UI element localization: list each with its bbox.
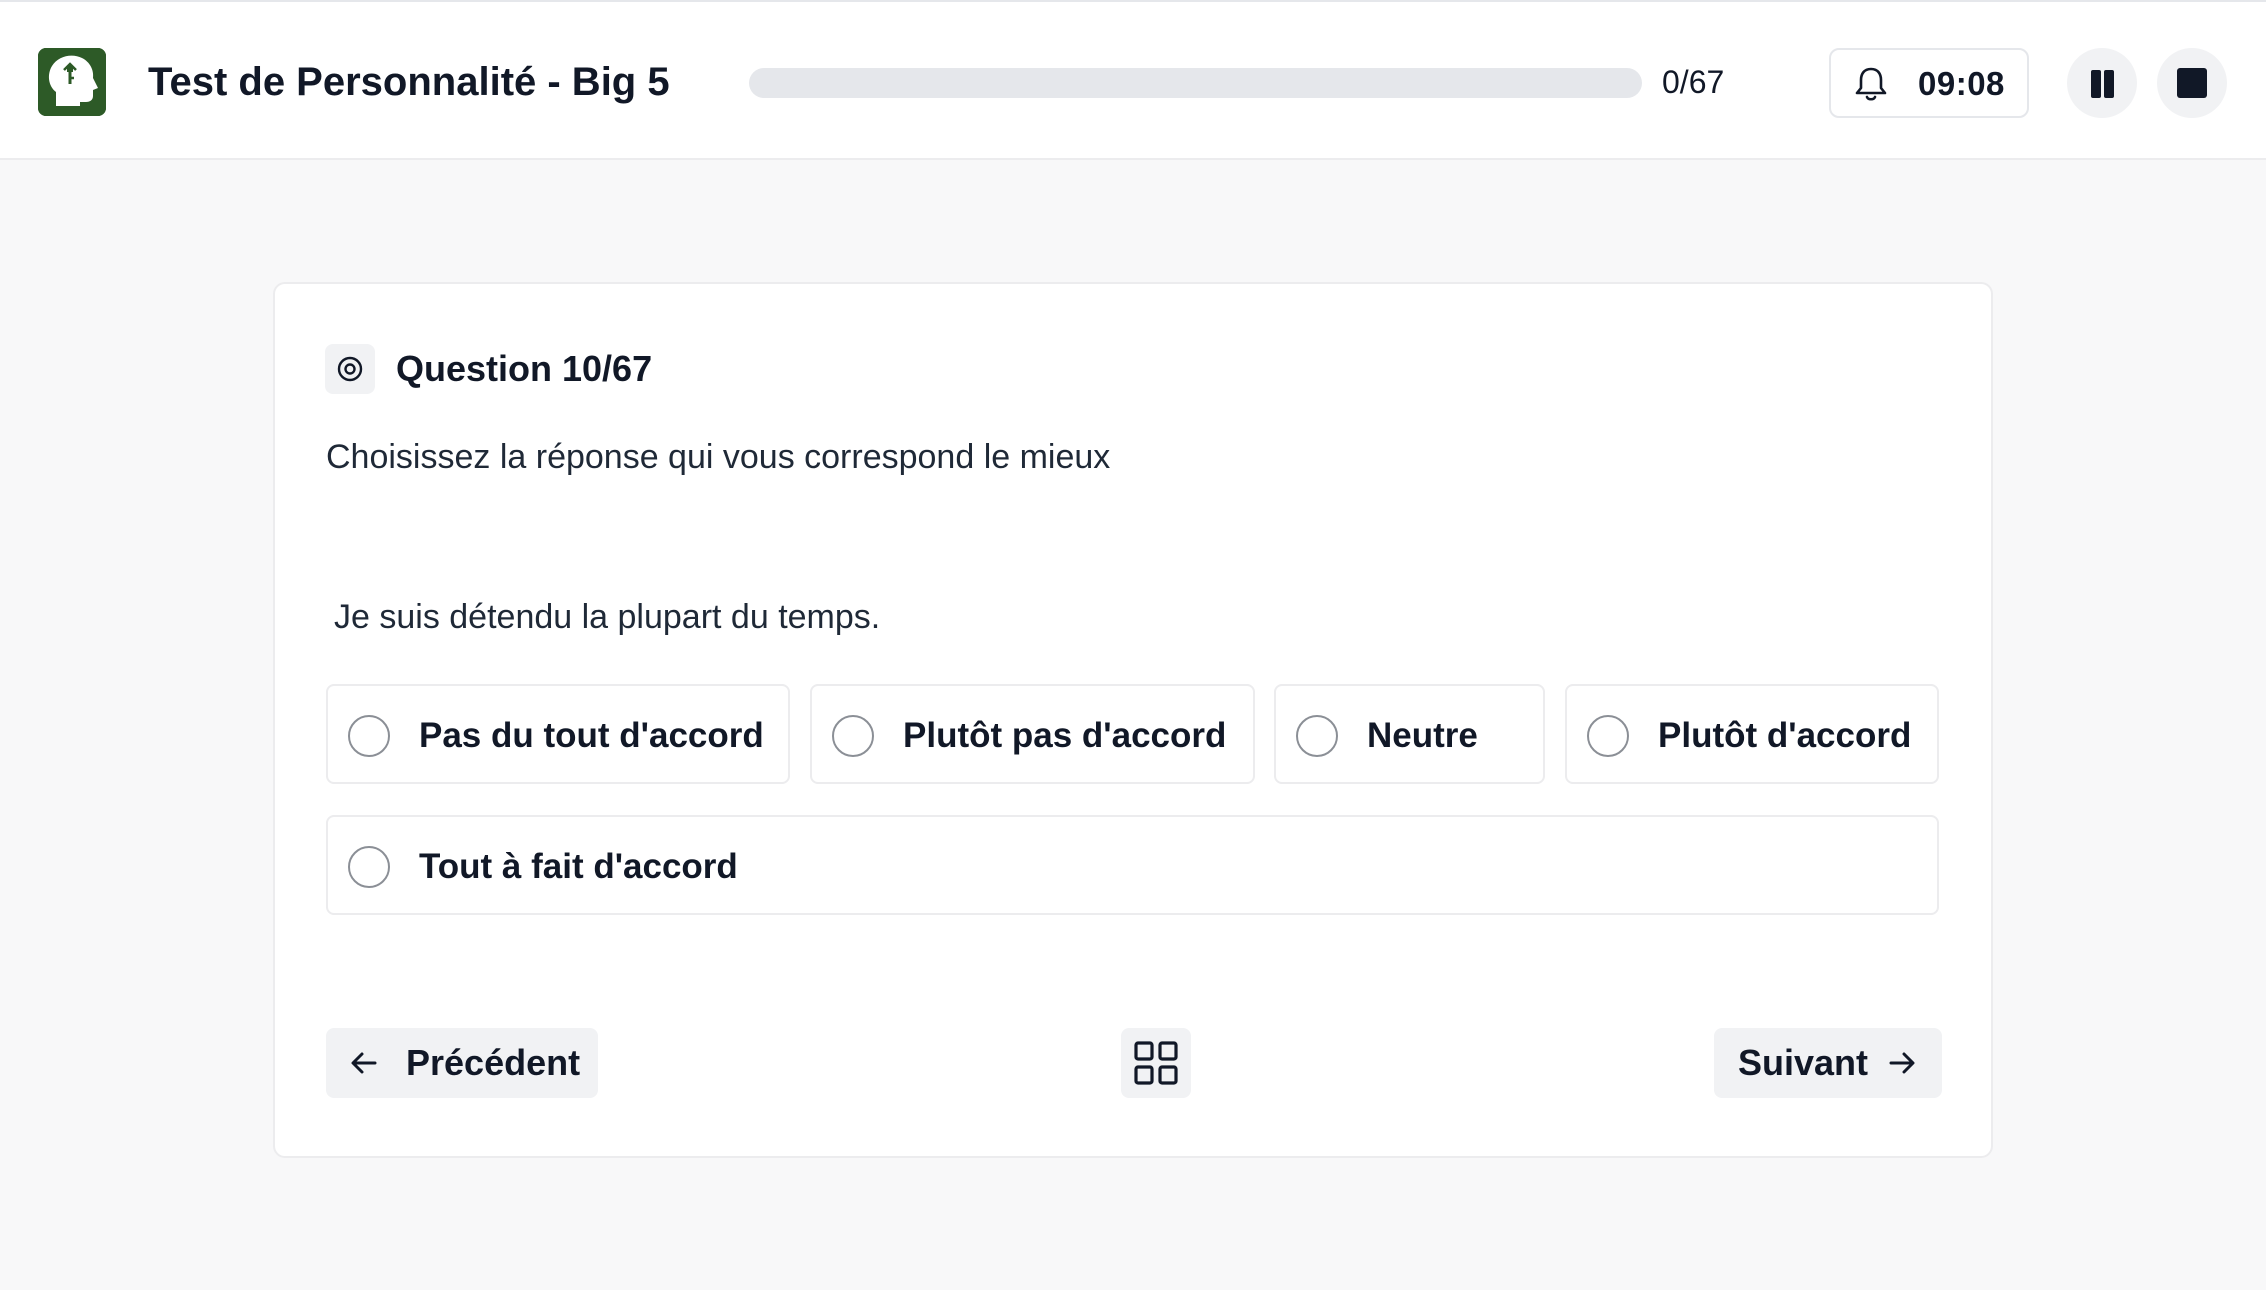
timer-value: 09:08 [1918, 65, 2005, 102]
progress-counter: 0/67 [1662, 64, 1725, 100]
head-brain-icon [38, 48, 106, 116]
pause-button[interactable] [2067, 48, 2137, 118]
question-statement: Je suis détendu la plupart du temps. [334, 598, 881, 636]
question-card: Question 10/67 Choisissez la réponse qui… [273, 282, 1993, 1158]
answer-option-label: Neutre [1367, 716, 1478, 755]
arrow-left-icon [351, 1052, 377, 1074]
stop-button[interactable] [2157, 48, 2227, 118]
radio-button[interactable] [348, 846, 390, 888]
top-bar: Test de Personnalité - Big 5 0/67 09:08 [0, 0, 2266, 160]
previous-button[interactable]: Précédent [326, 1028, 598, 1098]
app-title: Test de Personnalité - Big 5 [148, 60, 670, 104]
answer-option-label: Plutôt pas d'accord [903, 716, 1227, 755]
answer-option[interactable]: Plutôt d'accord [1565, 684, 1939, 784]
next-button[interactable]: Suivant [1714, 1028, 1942, 1098]
question-grid-button[interactable] [1121, 1028, 1191, 1098]
progress-bar [749, 68, 1642, 98]
radio-button[interactable] [832, 715, 874, 757]
answer-option[interactable]: Tout à fait d'accord [326, 815, 1939, 915]
bell-icon [1855, 67, 1887, 101]
target-icon [325, 344, 375, 394]
answer-option-label: Pas du tout d'accord [419, 716, 764, 755]
stop-icon [2177, 68, 2207, 98]
previous-label: Précédent [406, 1042, 581, 1083]
next-label: Suivant [1738, 1042, 1869, 1083]
answer-option-label: Tout à fait d'accord [419, 847, 738, 886]
answer-option[interactable]: Neutre [1274, 684, 1545, 784]
answer-option[interactable]: Pas du tout d'accord [326, 684, 790, 784]
grid-icon [1134, 1041, 1178, 1085]
question-number: Question 10/67 [396, 348, 653, 389]
arrow-right-icon [1889, 1052, 1915, 1074]
radio-button[interactable] [1587, 715, 1629, 757]
answer-option[interactable]: Plutôt pas d'accord [810, 684, 1255, 784]
radio-button[interactable] [348, 715, 390, 757]
question-instruction: Choisissez la réponse qui vous correspon… [326, 438, 1111, 476]
answer-option-label: Plutôt d'accord [1658, 716, 1912, 755]
timer: 09:08 [1829, 48, 2029, 118]
radio-button[interactable] [1296, 715, 1338, 757]
